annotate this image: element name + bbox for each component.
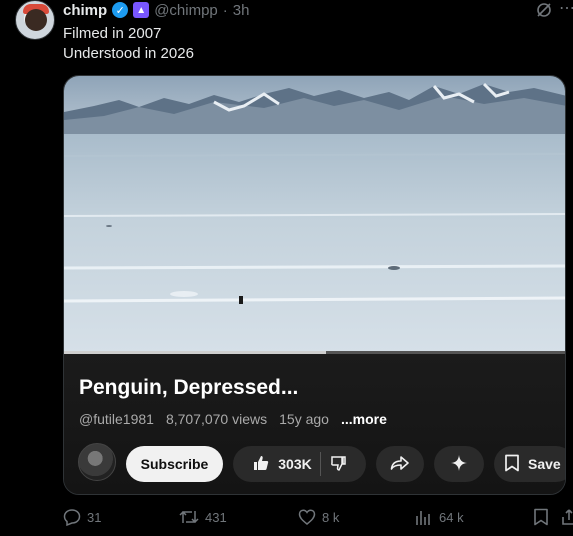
- more-link[interactable]: ...more: [341, 411, 387, 427]
- analytics-icon: [415, 508, 433, 526]
- affiliate-badge-icon[interactable]: ▲: [133, 2, 150, 18]
- sparkle-icon: [450, 454, 468, 475]
- video-title[interactable]: Penguin, Depressed...: [79, 376, 298, 400]
- save-button[interactable]: Save: [494, 446, 565, 482]
- header-separator: ·: [222, 1, 228, 19]
- more-options-icon[interactable]: ⋯: [559, 0, 573, 18]
- channel-handle[interactable]: @futile1981: [79, 411, 154, 427]
- like-count[interactable]: 303K: [278, 456, 311, 472]
- reply-button[interactable]: 31: [63, 508, 101, 526]
- upload-age: 15y ago: [279, 411, 329, 427]
- thumbs-down-icon[interactable]: [329, 454, 347, 475]
- like-count-post: 8 k: [322, 509, 340, 525]
- like-button[interactable]: 8 k: [298, 508, 339, 526]
- post-text-line: Understood in 2026: [63, 45, 194, 62]
- video-frame[interactable]: [64, 76, 566, 354]
- author-avatar[interactable]: [15, 0, 55, 40]
- share-button[interactable]: [376, 446, 424, 482]
- reply-icon: [63, 508, 81, 526]
- post-header: chimp ✓ ▲ @chimpp · 3h: [63, 0, 249, 20]
- ask-ai-button[interactable]: [434, 446, 484, 482]
- like-dislike-group: 303K: [233, 446, 366, 482]
- heart-icon: [298, 508, 316, 526]
- bookmark-post-icon: [533, 508, 549, 526]
- upload-icon: [561, 508, 573, 526]
- verified-badge-icon: ✓: [112, 2, 129, 18]
- video-info-panel: Penguin, Depressed... @futile1981 8,707,…: [64, 354, 565, 494]
- post-text: Filmed in 2007 Understood in 2026: [63, 24, 194, 64]
- post-actions: 31 431 8 k 64 k: [63, 508, 573, 530]
- share-icon: [390, 454, 410, 475]
- thumbs-up-icon[interactable]: [252, 454, 270, 475]
- subscribe-button[interactable]: Subscribe: [126, 446, 223, 482]
- bookmark-button[interactable]: [533, 508, 549, 526]
- repost-button[interactable]: 431: [179, 508, 227, 526]
- post-text-line: Filmed in 2007: [63, 25, 162, 42]
- author-handle[interactable]: @chimpp: [154, 2, 218, 19]
- save-label: Save: [528, 456, 561, 472]
- video-meta: @futile1981 8,707,070 views 15y ago ...m…: [79, 411, 387, 427]
- bookmark-icon: [504, 454, 520, 475]
- reply-count: 31: [87, 509, 102, 525]
- post-time[interactable]: 3h: [233, 2, 250, 19]
- repost-count: 431: [205, 509, 227, 525]
- view-count: 8,707,070 views: [165, 411, 268, 427]
- channel-avatar[interactable]: [78, 443, 116, 481]
- share-post-button[interactable]: [561, 508, 573, 526]
- video-card[interactable]: Penguin, Depressed... @futile1981 8,707,…: [63, 75, 566, 495]
- repost-icon: [179, 508, 199, 526]
- like-divider: [319, 452, 321, 476]
- views-button[interactable]: 64 k: [415, 508, 464, 526]
- author-name[interactable]: chimp: [63, 2, 107, 19]
- grok-icon[interactable]: [535, 1, 553, 19]
- view-count-post: 64 k: [439, 509, 464, 525]
- avatar-face: [25, 9, 47, 31]
